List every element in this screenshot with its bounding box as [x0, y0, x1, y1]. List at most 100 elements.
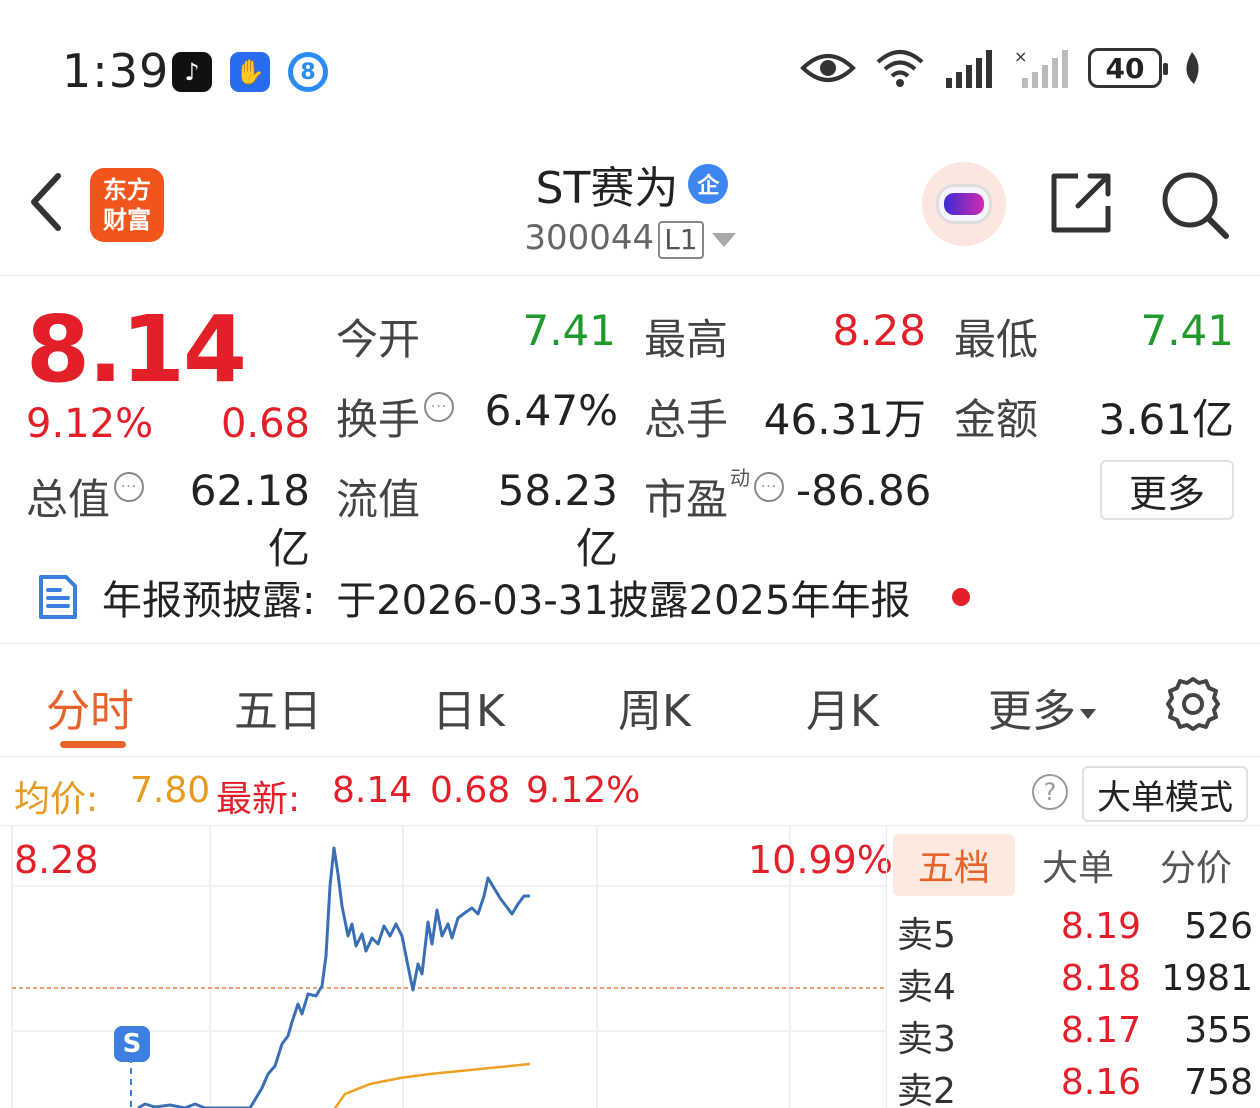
more-info-icon[interactable]: ···: [114, 472, 145, 502]
volume-value: 46.31万: [763, 395, 926, 444]
signal-s-marker[interactable]: S: [114, 1026, 150, 1062]
level-badge: L1: [658, 221, 704, 259]
tab-big-orders[interactable]: 大单: [1023, 834, 1133, 896]
notice-content: 年报预披露: 于2026-03-31披露2025年年报: [102, 568, 910, 626]
more-info-icon[interactable]: ···: [424, 392, 455, 422]
caret-down-icon: [1080, 709, 1096, 719]
avg-price-line: [333, 1062, 531, 1108]
latest-change: 0.68: [430, 770, 511, 811]
high-value: 8.28: [832, 306, 926, 355]
high-label: 最高: [644, 315, 729, 364]
help-icon[interactable]: ?: [1032, 774, 1068, 810]
chevron-down-icon: [711, 232, 736, 247]
battery-level: 40: [1105, 51, 1145, 85]
tab-price-distribution[interactable]: 分价: [1141, 834, 1251, 896]
order-row: 卖3 8.17 355: [887, 1006, 1260, 1060]
order-volume: 1981: [1161, 958, 1253, 999]
tab-five-levels[interactable]: 五档: [893, 834, 1015, 896]
order-level: 卖2: [897, 1071, 956, 1108]
active-tab-indicator: [60, 741, 126, 748]
latest-percent: 9.12%: [526, 770, 641, 811]
change-amount: 0.68: [220, 401, 310, 447]
pe-value: -86.86: [796, 466, 932, 515]
latest-price: 8.14: [332, 770, 413, 811]
market-cap-label-text: 总值: [26, 475, 111, 524]
leaf-icon: [1186, 52, 1199, 84]
intraday-summary: 均价: 7.80 最新: 8.14 0.68 9.12% ? 大单模式: [0, 758, 1260, 826]
order-row: 卖4 8.18 1981: [887, 954, 1260, 1008]
pe-label-text: 市盈: [644, 475, 729, 524]
search-icon[interactable]: [1160, 170, 1230, 240]
latest-label: 最新:: [216, 779, 301, 820]
chart-high-percent: 10.99%: [748, 838, 893, 882]
status-bar: 1:39 ♪ ✋ 8 × 40: [0, 0, 1260, 140]
tab-more[interactable]: 更多: [988, 675, 1096, 739]
tab-intraday[interactable]: 分时: [46, 675, 134, 739]
tab-more-label: 更多: [988, 686, 1076, 737]
market-cap-label[interactable]: 总值 ···: [26, 466, 145, 527]
turnover-label-text: 换手: [336, 395, 421, 444]
status-icons: × 40: [800, 48, 1204, 88]
robot-face: [936, 184, 992, 224]
ai-assistant-icon[interactable]: [922, 162, 1006, 246]
eight-app-icon: 8: [288, 52, 328, 92]
amount-label: 金额: [954, 395, 1039, 444]
order-level: 卖5: [897, 915, 956, 956]
share-icon[interactable]: [1048, 170, 1114, 236]
order-book: 五档 大单 分价 卖5 8.19 526 卖4 8.18 1981 卖3 8.1…: [886, 826, 1260, 1108]
low-label: 最低: [954, 315, 1039, 364]
tiktok-icon: ♪: [172, 52, 212, 92]
unread-dot: [952, 588, 970, 606]
report-notice[interactable]: 年报预披露: 于2026-03-31披露2025年年报: [0, 548, 1260, 644]
stock-code: 300044: [524, 218, 655, 258]
volume-label: 总手: [644, 395, 729, 444]
eye-icon: [800, 54, 856, 82]
float-cap-label: 流值: [336, 475, 421, 524]
change-percent: 9.12%: [26, 401, 154, 447]
document-icon: [39, 575, 77, 619]
status-time: 1:39: [62, 44, 170, 98]
tab-weekly-k[interactable]: 周K: [618, 675, 691, 739]
stock-name: ST赛为: [535, 163, 679, 214]
order-level: 卖4: [897, 967, 956, 1008]
amount-value: 3.61亿: [1098, 395, 1234, 444]
avg-price-label: 均价:: [14, 779, 99, 820]
order-volume: 758: [1184, 1062, 1253, 1103]
svg-text:×: ×: [1014, 48, 1027, 66]
pe-dynamic-mark: 动: [730, 466, 751, 490]
order-price: 8.18: [1060, 958, 1141, 999]
open-value: 7.41: [522, 306, 616, 355]
turnover-label[interactable]: 换手 ···: [336, 386, 455, 447]
tab-five-day[interactable]: 五日: [234, 675, 322, 739]
big-order-mode-button[interactable]: 大单模式: [1082, 766, 1248, 822]
order-volume: 526: [1184, 906, 1253, 947]
order-price: 8.17: [1060, 1010, 1141, 1051]
pe-label[interactable]: 市盈 动 ···: [644, 466, 785, 527]
open-label: 今开: [336, 315, 421, 364]
order-price: 8.19: [1060, 906, 1141, 947]
quote-panel: 8.14 9.12% 0.68 今开 7.41 最高 8.28 最低 7.41 …: [0, 276, 1260, 573]
tab-daily-k[interactable]: 日K: [432, 675, 505, 739]
signal-icon: [946, 50, 992, 88]
battery-icon: 40: [1088, 48, 1168, 88]
more-stats-button[interactable]: 更多: [1100, 460, 1234, 520]
order-level: 卖3: [897, 1019, 956, 1060]
intraday-chart[interactable]: S 8.28 10.99%: [0, 826, 893, 1108]
current-price: 8.14: [26, 296, 247, 403]
notice-text: 于2026-03-31披露2025年年报: [336, 578, 911, 624]
more-info-icon[interactable]: ···: [754, 472, 785, 502]
signal-x-icon: ×: [1014, 48, 1068, 88]
shield-app-icon: ✋: [230, 52, 270, 92]
stock-header: 东方财富 ST赛为 企 300044 L1: [0, 140, 1260, 276]
tab-monthly-k[interactable]: 月K: [806, 675, 879, 739]
chart-high-price: 8.28: [14, 838, 99, 882]
settings-gear-icon[interactable]: [1164, 675, 1222, 733]
enterprise-badge[interactable]: 企: [688, 164, 729, 204]
low-value: 7.41: [1140, 306, 1234, 355]
order-row: 卖5 8.19 526: [887, 902, 1260, 956]
order-row: 卖2 8.16 758: [887, 1058, 1260, 1108]
avg-price-value: 7.80: [130, 770, 211, 811]
chart-tabs: 分时 五日 日K 周K 月K 更多: [0, 645, 1260, 757]
notice-label: 年报预披露:: [102, 578, 316, 624]
robot-visor: [944, 193, 984, 215]
